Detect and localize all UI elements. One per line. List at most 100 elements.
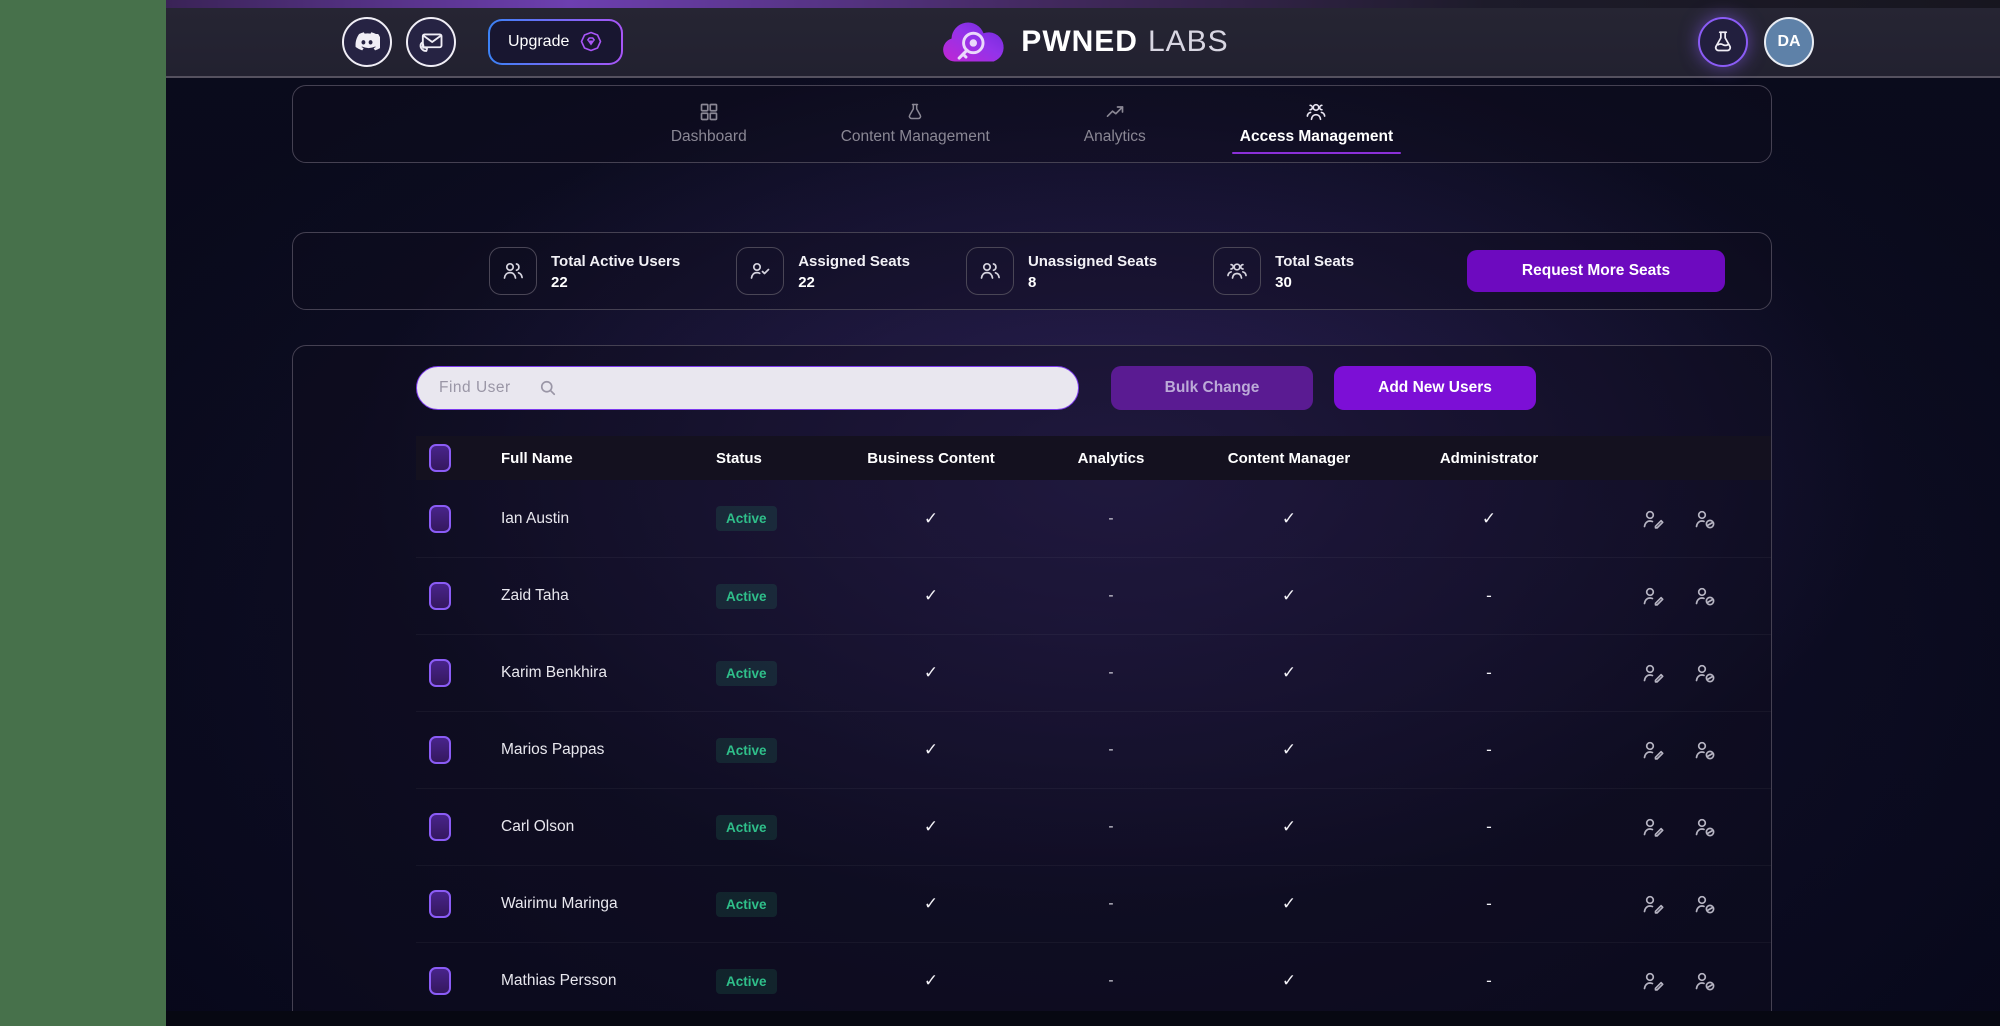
edit-user-icon[interactable] xyxy=(1641,738,1665,762)
analytics-flag: - xyxy=(1036,664,1186,682)
business-content-flag: ✓ xyxy=(826,586,1036,606)
top-bar-left: Upgrade xyxy=(342,17,623,67)
edit-user-icon[interactable] xyxy=(1641,969,1665,993)
grid-icon xyxy=(699,102,719,122)
bottom-band xyxy=(166,1011,2000,1026)
request-more-seats-button[interactable]: Request More Seats xyxy=(1467,250,1725,292)
user-full-name: Ian Austin xyxy=(501,510,716,528)
row-checkbox[interactable] xyxy=(429,890,451,918)
upgrade-button[interactable]: Upgrade xyxy=(488,19,623,65)
search-wrap xyxy=(416,366,1079,410)
avatar[interactable]: DA xyxy=(1764,17,1814,67)
business-content-flag: ✓ xyxy=(826,971,1036,991)
administrator-flag: - xyxy=(1392,740,1586,760)
labs-button[interactable] xyxy=(1698,17,1748,67)
app-window: Upgrade xyxy=(166,0,2000,1026)
nav-tabs-panel: Dashboard Content Management Analytics xyxy=(292,85,1772,163)
analytics-flag: - xyxy=(1036,741,1186,759)
row-checkbox[interactable] xyxy=(429,813,451,841)
deactivate-user-icon[interactable] xyxy=(1693,584,1717,608)
users-icon xyxy=(966,247,1014,295)
user-full-name: Wairimu Maringa xyxy=(501,895,716,913)
analytics-flag: - xyxy=(1036,972,1186,990)
edit-user-icon[interactable] xyxy=(1641,661,1665,685)
row-checkbox[interactable] xyxy=(429,967,451,995)
stat-value: 30 xyxy=(1275,274,1354,291)
col-header-status: Status xyxy=(716,450,826,467)
deactivate-user-icon[interactable] xyxy=(1693,969,1717,993)
contact-button[interactable] xyxy=(406,17,456,67)
avatar-initials: DA xyxy=(1777,33,1800,51)
tab-dashboard[interactable]: Dashboard xyxy=(659,86,759,162)
table-body: Ian Austin Active ✓ - ✓ ✓ xyxy=(416,480,1771,1019)
col-header-content-manager: Content Manager xyxy=(1186,450,1392,467)
discord-button[interactable] xyxy=(342,17,392,67)
content-manager-flag: ✓ xyxy=(1186,971,1392,991)
users-group-icon xyxy=(1305,102,1327,122)
logo-text: PWNEDLABS xyxy=(1021,25,1228,59)
row-checkbox[interactable] xyxy=(429,582,451,610)
row-checkbox[interactable] xyxy=(429,736,451,764)
col-header-analytics: Analytics xyxy=(1036,450,1186,467)
table-header-row: Full Name Status Business Content Analyt… xyxy=(416,436,1771,480)
edit-user-icon[interactable] xyxy=(1641,584,1665,608)
logo: PWNEDLABS xyxy=(937,17,1228,67)
user-full-name: Zaid Taha xyxy=(501,587,716,605)
table-row: Mathias Persson Active ✓ - ✓ - xyxy=(416,942,1771,1019)
status-badge: Active xyxy=(716,969,777,994)
stats-panel: Total Active Users 22 Assigned Seats 22 xyxy=(292,232,1772,310)
stat-assigned-seats: Assigned Seats 22 xyxy=(736,247,910,295)
stat-label: Unassigned Seats xyxy=(1028,251,1157,274)
screen: Upgrade xyxy=(0,0,2000,1026)
tab-label: Content Management xyxy=(841,128,990,146)
contact-mail-icon xyxy=(417,28,445,56)
deactivate-user-icon[interactable] xyxy=(1693,892,1717,916)
top-bar: Upgrade xyxy=(166,8,2000,78)
content-manager-flag: ✓ xyxy=(1186,817,1392,837)
content-manager-flag: ✓ xyxy=(1186,740,1392,760)
analytics-flag: - xyxy=(1036,510,1186,528)
top-bar-right: DA xyxy=(1698,17,1814,67)
content-manager-flag: ✓ xyxy=(1186,586,1392,606)
user-full-name: Mathias Persson xyxy=(501,972,716,990)
col-header-full-name: Full Name xyxy=(501,450,716,467)
tab-access-management[interactable]: Access Management xyxy=(1228,86,1405,162)
tab-label: Access Management xyxy=(1240,128,1393,146)
select-all-checkbox[interactable] xyxy=(429,444,451,472)
flask-icon xyxy=(1710,29,1736,55)
table-row: Karim Benkhira Active ✓ - ✓ - xyxy=(416,634,1771,711)
deactivate-user-icon[interactable] xyxy=(1693,661,1717,685)
stat-total-active-users: Total Active Users 22 xyxy=(489,247,680,295)
row-checkbox[interactable] xyxy=(429,505,451,533)
tab-label: Dashboard xyxy=(671,128,747,146)
search-input[interactable] xyxy=(416,366,1079,410)
edit-user-icon[interactable] xyxy=(1641,507,1665,531)
bulk-change-button[interactable]: Bulk Change xyxy=(1111,366,1313,410)
add-new-users-button[interactable]: Add New Users xyxy=(1334,366,1536,410)
access-table-panel: Bulk Change Add New Users Full Name Stat… xyxy=(292,345,1772,1026)
business-content-flag: ✓ xyxy=(826,817,1036,837)
deactivate-user-icon[interactable] xyxy=(1693,507,1717,531)
business-content-flag: ✓ xyxy=(826,894,1036,914)
table-row: Marios Pappas Active ✓ - ✓ - xyxy=(416,711,1771,788)
table-toolbar: Bulk Change Add New Users xyxy=(416,366,1771,410)
business-content-flag: ✓ xyxy=(826,663,1036,683)
administrator-flag: - xyxy=(1392,663,1586,683)
deactivate-user-icon[interactable] xyxy=(1693,738,1717,762)
status-badge: Active xyxy=(716,738,777,763)
user-check-icon xyxy=(736,247,784,295)
table-row: Ian Austin Active ✓ - ✓ ✓ xyxy=(416,480,1771,557)
row-checkbox[interactable] xyxy=(429,659,451,687)
deactivate-user-icon[interactable] xyxy=(1693,815,1717,839)
trend-up-icon xyxy=(1105,102,1125,122)
gem-icon xyxy=(579,30,603,54)
tab-analytics[interactable]: Analytics xyxy=(1072,86,1158,162)
tab-content-management[interactable]: Content Management xyxy=(829,86,1002,162)
user-full-name: Karim Benkhira xyxy=(501,664,716,682)
edit-user-icon[interactable] xyxy=(1641,815,1665,839)
col-header-business-content: Business Content xyxy=(826,450,1036,467)
edit-user-icon[interactable] xyxy=(1641,892,1665,916)
flask-icon xyxy=(905,102,925,122)
tab-label: Analytics xyxy=(1084,128,1146,146)
stat-value: 22 xyxy=(798,274,910,291)
